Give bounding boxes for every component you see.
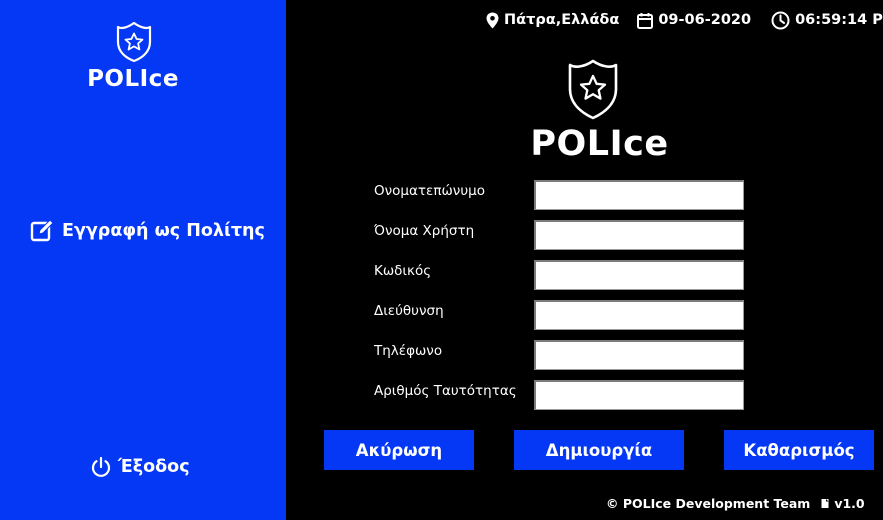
sidebar-app-title: POLIce (87, 66, 179, 92)
location-text: Πάτρα,Ελλάδα (504, 12, 620, 28)
status-bar: Πάτρα,Ελλάδα 09-06-2020 06:59:14 PM (486, 10, 883, 30)
create-button[interactable]: Δημιουργία (514, 430, 684, 470)
phone-label: Τηλέφωνο (374, 343, 443, 359)
time-text: 06:59:14 PM (795, 12, 883, 28)
calendar-icon (637, 12, 654, 29)
username-input[interactable] (534, 220, 744, 250)
address-label: Διεύθυνση (374, 303, 444, 319)
password-label: Κωδικός (374, 263, 432, 279)
location-display: Πάτρα,Ελλάδα (486, 12, 619, 29)
page-title: POLIce (530, 124, 669, 164)
date-display: 09-06-2020 (637, 12, 751, 29)
address-input[interactable] (534, 300, 744, 330)
version-text: v1.0 (834, 496, 865, 511)
id-number-input[interactable] (534, 380, 744, 410)
register-citizen-button[interactable]: Εγγραφή ως Πολίτης (30, 219, 265, 243)
map-pin-icon (486, 12, 499, 28)
power-icon (91, 456, 111, 477)
exit-label: Έξοδος (118, 457, 190, 477)
edit-icon (30, 219, 54, 242)
password-input[interactable] (534, 260, 744, 290)
police-badge-icon (116, 21, 152, 63)
fullname-input[interactable] (534, 180, 744, 210)
time-display: 06:59:14 PM (771, 11, 883, 30)
cancel-button[interactable]: Ακύρωση (324, 430, 474, 470)
phone-input[interactable] (534, 340, 744, 370)
fullname-label: Ονοματεπώνυμο (374, 183, 485, 199)
exit-button[interactable]: Έξοδος (90, 456, 190, 478)
police-badge-icon (568, 59, 618, 120)
clear-button[interactable]: Καθαρισμός (724, 430, 874, 470)
register-citizen-label: Εγγραφή ως Πολίτης (62, 221, 265, 241)
id-number-label: Αριθμός Ταυτότητας (374, 383, 517, 399)
copyright-text: © POLIce Development Team (606, 496, 811, 511)
date-text: 09-06-2020 (658, 12, 752, 28)
sidebar: POLIce Εγγραφή ως Πολίτης Έξοδος (0, 0, 286, 520)
clock-icon (771, 11, 790, 29)
version-tag-icon (821, 499, 829, 508)
footer: © POLIce Development Team v1.0 (606, 496, 865, 511)
username-label: Όνομα Χρήστη (374, 223, 475, 239)
